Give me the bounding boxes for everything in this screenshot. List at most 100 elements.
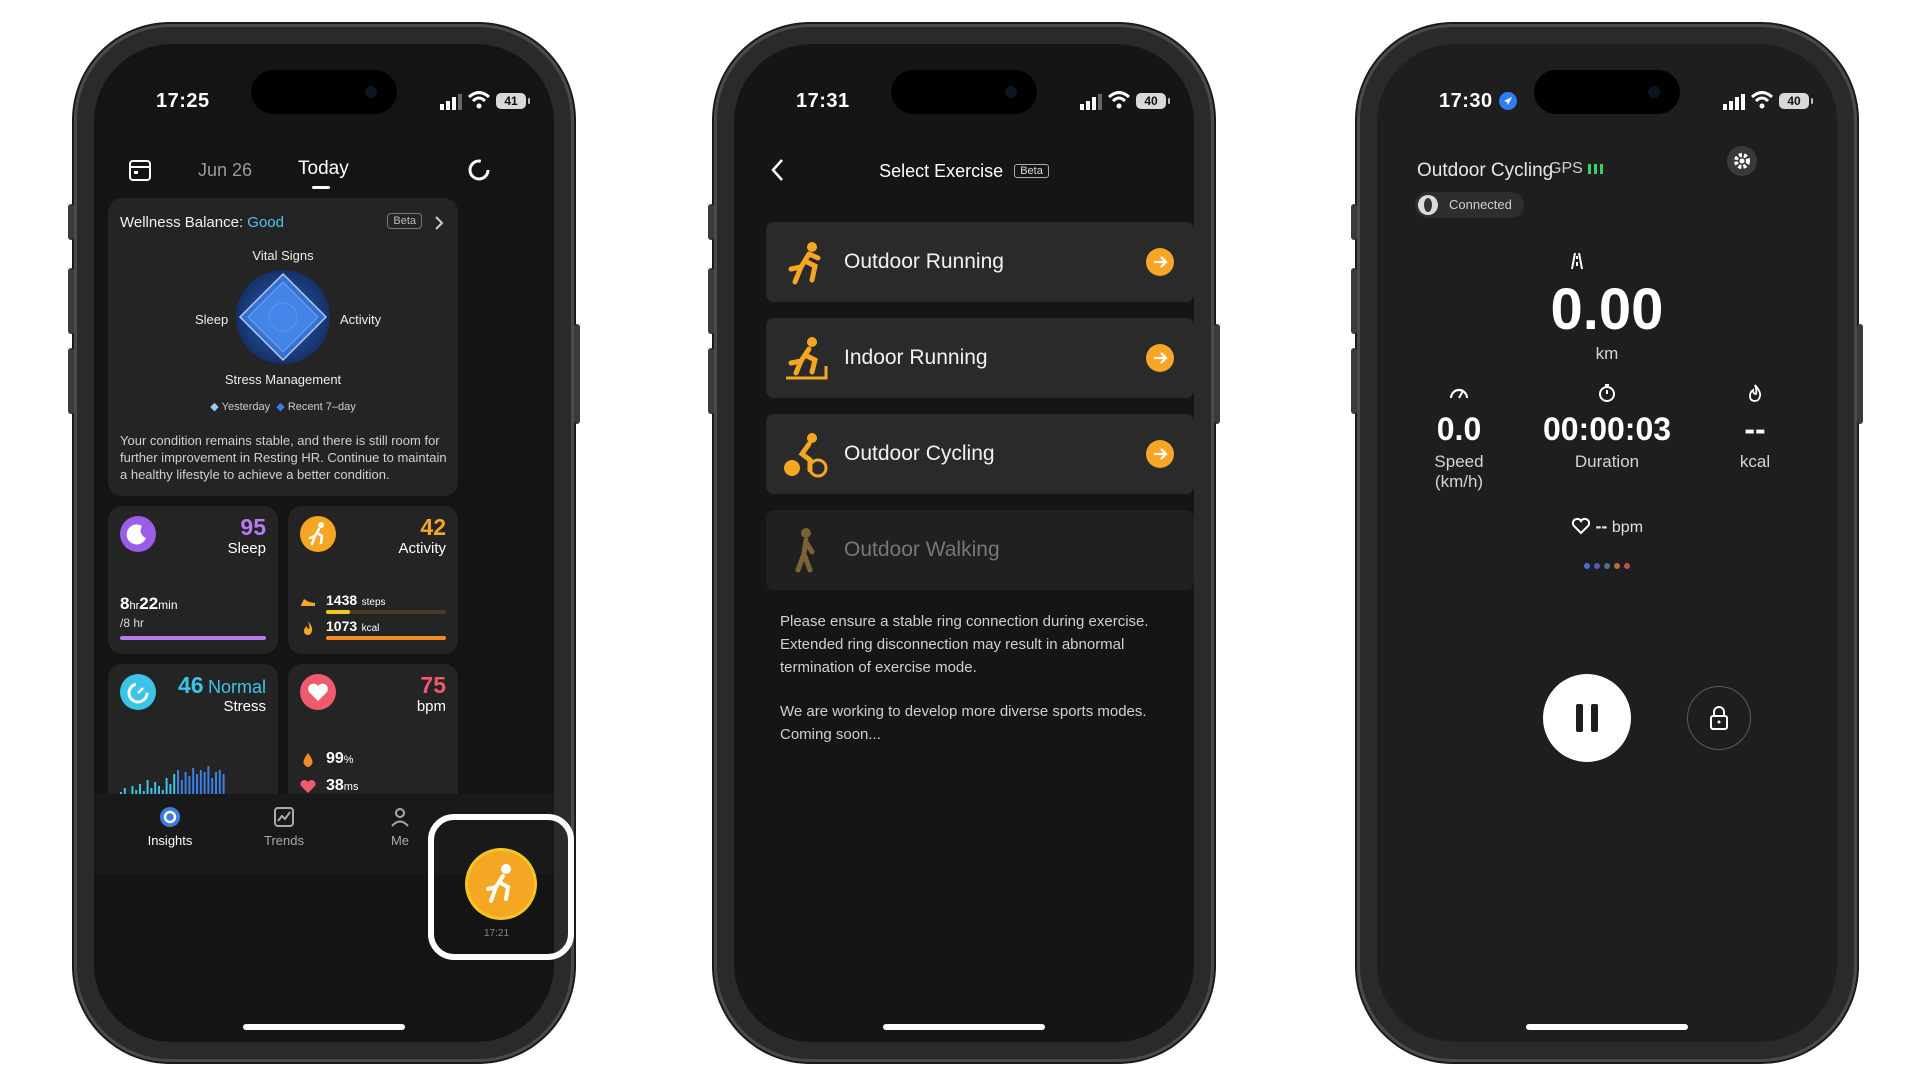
moon-icon bbox=[120, 516, 156, 552]
pause-icon bbox=[1576, 704, 1598, 732]
status-time: 17:30 bbox=[1439, 90, 1517, 113]
hrv-value: 38ms bbox=[326, 777, 359, 794]
start-exercise-button[interactable] bbox=[468, 851, 534, 917]
flame-icon bbox=[1749, 384, 1762, 402]
sync-icon[interactable] bbox=[467, 158, 491, 182]
active-tab-indicator bbox=[312, 186, 330, 189]
settings-button[interactable] bbox=[1727, 146, 1757, 176]
status-time: 17:25 bbox=[156, 90, 210, 112]
gps-strength-icon bbox=[1588, 164, 1604, 174]
activity-label: Activity bbox=[398, 540, 446, 557]
heart-outline-icon bbox=[1571, 517, 1591, 535]
exercise-indoor-running[interactable]: Indoor Running bbox=[766, 318, 1194, 398]
wellness-description: Your condition remains stable, and there… bbox=[120, 433, 447, 482]
stress-card[interactable]: 46 Normal Stress bbox=[108, 664, 278, 814]
person-icon bbox=[391, 808, 409, 827]
location-arrow-icon bbox=[1498, 92, 1517, 110]
hrv-heart-icon bbox=[300, 780, 316, 793]
arrow-right-icon[interactable] bbox=[1146, 344, 1174, 372]
running-icon bbox=[300, 516, 336, 552]
tab-prev-date[interactable]: Jun 26 bbox=[198, 160, 252, 181]
gear-icon bbox=[1734, 153, 1750, 169]
gps-label: GPS bbox=[1549, 160, 1605, 178]
distance-unit: km bbox=[1595, 344, 1619, 363]
running-icon bbox=[788, 242, 821, 285]
radar-legend: ◆ Yesterday ◆ Recent 7–day bbox=[210, 401, 356, 413]
heart-score: 75 bbox=[420, 672, 446, 698]
chevron-right-icon[interactable] bbox=[434, 216, 444, 230]
wellness-card[interactable]: Wellness Balance: Good Beta Vital Signs … bbox=[108, 198, 458, 496]
page-title: Select Exercise Beta bbox=[734, 161, 1194, 182]
battery-indicator: 40 bbox=[1779, 93, 1813, 109]
sleep-goal: /8 hr bbox=[120, 616, 145, 630]
radar-label-right: Activity bbox=[340, 312, 382, 327]
kcal-value: 1073 kcal bbox=[326, 618, 380, 634]
lock-icon bbox=[1710, 706, 1728, 730]
speedometer-icon bbox=[1449, 388, 1469, 399]
screen-select-exercise: 17:31 40 Select Exercise Beta Outdoor Ru… bbox=[734, 44, 1194, 1042]
tab-today[interactable]: Today bbox=[298, 158, 349, 180]
distance-value: 0.00 bbox=[1550, 277, 1664, 342]
status-time: 17:31 bbox=[796, 90, 850, 112]
heart-icon bbox=[300, 674, 336, 710]
stress-gauge-icon bbox=[120, 674, 156, 710]
kcal-stat: -- kcal bbox=[1699, 384, 1811, 472]
radar-chart bbox=[236, 270, 330, 364]
connection-badge: Connected bbox=[1415, 192, 1524, 218]
page-title: Outdoor Cycling bbox=[1417, 160, 1554, 181]
stress-score: 46 Normal bbox=[177, 672, 266, 698]
cycling-icon bbox=[784, 433, 828, 478]
stress-label: Stress bbox=[223, 698, 266, 715]
ring-connection-note: Please ensure a stable ring connection d… bbox=[780, 613, 1149, 676]
wellness-status: Good bbox=[247, 214, 284, 231]
status-bar: 17:30 40 bbox=[1377, 90, 1837, 114]
heart-card[interactable]: 75 bpm 99% 38ms bbox=[288, 664, 458, 814]
sleep-progress-fill bbox=[120, 636, 266, 640]
treadmill-icon bbox=[786, 337, 828, 380]
status-bar: 17:31 40 bbox=[734, 90, 1194, 114]
phone-select-exercise: 17:31 40 Select Exercise Beta Outdoor Ru… bbox=[708, 24, 1220, 1062]
pause-button[interactable] bbox=[1543, 674, 1631, 762]
sleep-duration: 8hr22min bbox=[120, 594, 178, 613]
radar-label-left: Sleep bbox=[195, 312, 229, 327]
exercise-outdoor-running[interactable]: Outdoor Running bbox=[766, 222, 1194, 302]
signal-icon bbox=[1723, 94, 1745, 110]
battery-indicator: 40 bbox=[1136, 93, 1170, 109]
wifi-icon bbox=[468, 91, 490, 109]
battery-indicator: 41 bbox=[496, 93, 530, 109]
heart-rate-readout: -- bpm bbox=[1377, 516, 1837, 537]
duration-stat: 00:00:03 Duration bbox=[1511, 384, 1703, 472]
wifi-icon bbox=[1751, 91, 1773, 109]
kcal-fill bbox=[326, 636, 446, 640]
stopwatch-icon bbox=[1599, 384, 1615, 402]
screen-outdoor-cycling: 17:30 40 Outdoor Cycling GPS Connected 0… bbox=[1377, 44, 1837, 1042]
phone-insights: 17:25 41 Jun 26 Today Wellness Balance: … bbox=[68, 24, 580, 1062]
zone-dot bbox=[1584, 563, 1590, 569]
steps-value: 1438 steps bbox=[326, 592, 386, 608]
legend-yesterday: Yesterday bbox=[221, 401, 271, 413]
activity-score: 42 bbox=[420, 514, 446, 540]
fab-time: 17:21 bbox=[484, 928, 510, 939]
walking-icon bbox=[795, 528, 815, 573]
sleep-score: 95 bbox=[240, 514, 266, 540]
speed-stat: 0.0 Speed (km/h) bbox=[1403, 384, 1515, 492]
legend-recent: Recent 7–day bbox=[287, 401, 356, 413]
arrow-right-icon[interactable] bbox=[1146, 248, 1174, 276]
arrow-right-icon[interactable] bbox=[1146, 440, 1174, 468]
phone-outdoor-cycling: 17:30 40 Outdoor Cycling GPS Connected 0… bbox=[1351, 24, 1863, 1062]
exercise-outdoor-cycling[interactable]: Outdoor Cycling bbox=[766, 414, 1194, 494]
tab-trends[interactable]: Trends bbox=[244, 806, 324, 848]
sleep-card[interactable]: 95 Sleep 8hr22min /8 hr bbox=[108, 506, 278, 654]
tab-insights[interactable]: Insights bbox=[130, 806, 210, 848]
flame-icon bbox=[304, 621, 313, 635]
trends-icon bbox=[274, 807, 294, 827]
signal-icon bbox=[1080, 94, 1102, 110]
calendar-icon[interactable] bbox=[128, 158, 152, 182]
heart-unit: bpm bbox=[416, 698, 446, 715]
road-icon bbox=[1571, 252, 1583, 270]
lock-button[interactable] bbox=[1687, 686, 1751, 750]
activity-card[interactable]: 42 Activity 1438 steps 1073 kcal bbox=[288, 506, 458, 654]
zone-dot bbox=[1624, 563, 1630, 569]
radar-label-bottom: Stress Management bbox=[224, 372, 342, 387]
zone-dot bbox=[1614, 563, 1620, 569]
